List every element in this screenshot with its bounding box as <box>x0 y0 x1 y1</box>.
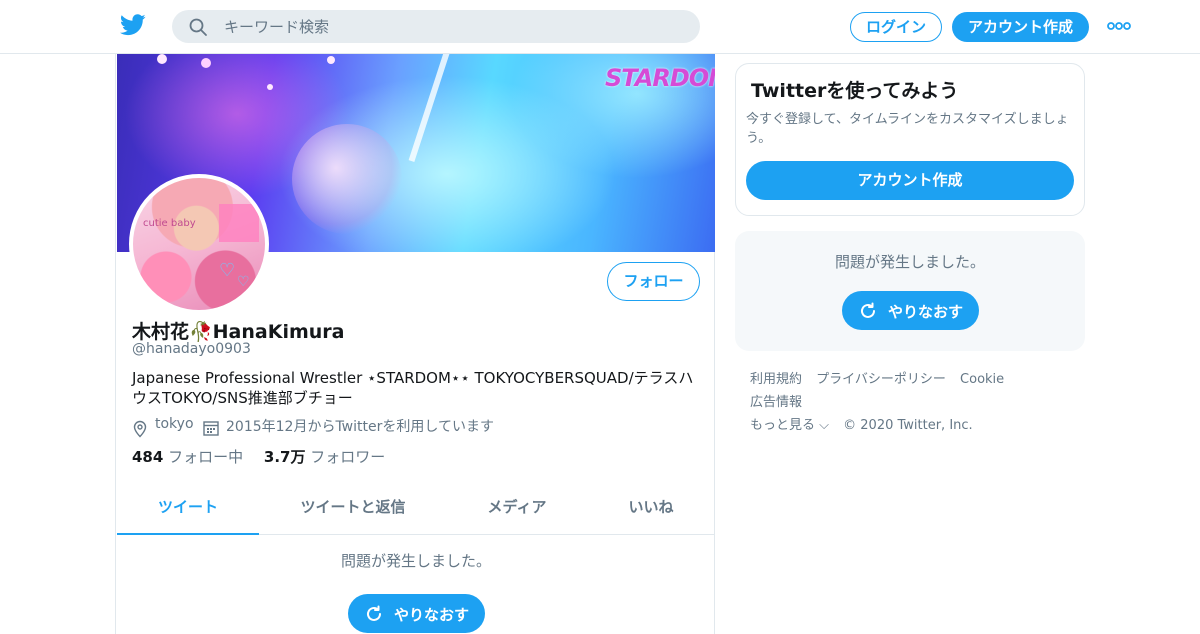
footer-link-ads[interactable]: 広告情報 <box>750 395 802 410</box>
more-icon[interactable] <box>1106 19 1132 33</box>
login-button[interactable]: ログイン <box>850 12 942 42</box>
tab-likes[interactable]: いいね <box>587 482 715 535</box>
tab-media[interactable]: メディア <box>447 482 587 535</box>
banner-spotlight <box>157 54 167 64</box>
following-count: 484 <box>132 448 164 466</box>
footer-link-cookie[interactable]: Cookie <box>960 372 1004 387</box>
top-navigation-bar: ログイン アカウント作成 <box>0 0 1200 54</box>
signup-card-button[interactable]: アカウント作成 <box>746 161 1074 200</box>
retry-label: やりなおす <box>394 606 470 624</box>
banner-wrestler-figure <box>292 124 402 234</box>
tab-tweets[interactable]: ツイート <box>117 482 259 535</box>
calendar-icon <box>203 421 219 436</box>
profile-stats: 484 フォロー中 3.7万 フォロワー <box>132 446 385 467</box>
profile-column: STARDOM ♡ ♡ cutie baby フォロー 木村花🥀HanaKimu… <box>115 54 715 634</box>
following-link[interactable]: 484 フォロー中 <box>132 448 248 466</box>
footer-more-menu[interactable]: もっと見る ⌵ <box>750 418 829 433</box>
footer-link-privacy[interactable]: プライバシーポリシー <box>816 372 946 387</box>
heart-icon: ♡ <box>237 274 250 290</box>
profile-handle[interactable]: @hanadayo0903 <box>132 341 251 357</box>
signup-card-description: 今すぐ登録して、タイムラインをカスタマイズしましょう。 <box>746 112 1069 146</box>
location-pin-icon <box>133 420 147 438</box>
avatar-caption: cutie baby <box>143 218 196 229</box>
profile-bio: Japanese Professional Wrestler ⋆STARDOM⋆… <box>132 369 694 407</box>
timeline-error-message: 問題が発生しました。 <box>340 552 491 570</box>
timeline-retry-button[interactable]: やりなおす <box>348 594 485 633</box>
search-icon <box>189 18 207 36</box>
banner-spotlight <box>267 84 273 90</box>
search-input[interactable] <box>222 10 682 43</box>
refresh-icon <box>861 302 875 318</box>
footer-copyright: © 2020 Twitter, Inc. <box>843 418 973 433</box>
signup-card-title: Twitterを使ってみよう <box>751 80 959 102</box>
banner-spotlight <box>201 58 211 68</box>
profile-display-name: 木村花🥀HanaKimura <box>132 321 345 343</box>
stardom-logo: STARDOM <box>605 64 715 92</box>
followers-link[interactable]: 3.7万 フォロワー <box>264 448 385 466</box>
heart-icon: ♡ <box>219 260 236 281</box>
signup-card: Twitterを使ってみよう 今すぐ登録して、タイムラインをカスタマイズしましょ… <box>735 63 1085 216</box>
banner-light-beam <box>408 54 452 162</box>
follow-button[interactable]: フォロー <box>607 262 700 301</box>
banner-spotlight <box>327 56 335 64</box>
sidebar-footer: 利用規約 プライバシーポリシー Cookie 広告情報 もっと見る ⌵ © 20… <box>750 368 1080 437</box>
following-label: フォロー中 <box>168 448 244 466</box>
footer-link-terms[interactable]: 利用規約 <box>750 372 802 387</box>
sidebar-error-card: 問題が発生しました。 やりなおす <box>735 231 1085 351</box>
profile-tabs: ツイート ツイートと返信 メディア いいね <box>117 482 715 535</box>
sidebar-retry-button[interactable]: やりなおす <box>842 291 979 330</box>
signup-button[interactable]: アカウント作成 <box>952 12 1089 42</box>
tab-tweets-and-replies[interactable]: ツイートと返信 <box>259 482 447 535</box>
retry-label: やりなおす <box>888 303 964 321</box>
followers-count: 3.7万 <box>263 448 306 466</box>
refresh-icon <box>367 605 381 621</box>
search-bar[interactable] <box>172 10 700 43</box>
twitter-bird-icon[interactable] <box>120 14 146 36</box>
profile-joined-date: 2015年12月からTwitterを利用しています <box>226 419 494 435</box>
avatar-decoration <box>219 204 259 242</box>
sidebar-error-message: 問題が発生しました。 <box>834 253 985 271</box>
profile-avatar[interactable]: ♡ ♡ cutie baby <box>129 174 269 314</box>
profile-location: tokyo <box>155 416 194 432</box>
followers-label: フォロワー <box>310 448 386 466</box>
